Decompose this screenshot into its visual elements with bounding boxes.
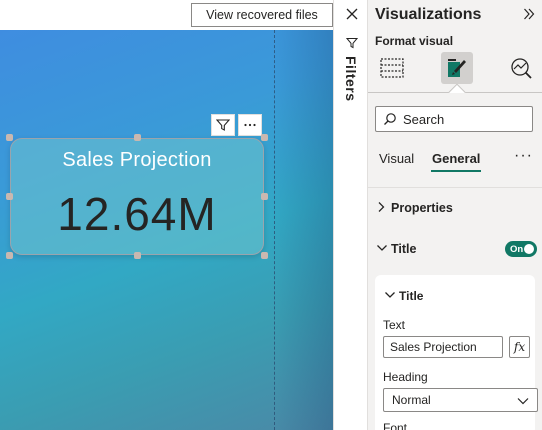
fx-button[interactable]: fx [509,336,530,358]
card-value: 12.64M [57,188,217,240]
search-placeholder: Search [403,111,445,127]
text-field-label: Text [383,318,406,332]
resize-handle[interactable] [6,134,13,141]
heading-dropdown[interactable]: Normal [383,388,538,412]
filters-pane: Filters [333,0,368,430]
filter-icon[interactable] [345,36,359,54]
subsection-label: Title [399,289,424,303]
view-recovered-files-button[interactable]: View recovered files [191,3,333,27]
resize-handle[interactable] [261,134,268,141]
title-toggle[interactable]: On [505,241,537,257]
chevron-down-icon [385,292,395,298]
format-visual-label: Format visual [375,34,454,48]
resize-handle[interactable] [261,193,268,200]
canvas-top-strip: View recovered files [0,0,333,30]
card-visual[interactable]: Sales Projection 12.64M [10,138,264,255]
resize-handle[interactable] [6,193,13,200]
heading-field-label: Heading [383,370,428,384]
resize-handle[interactable] [134,134,141,141]
tab-general[interactable]: General [432,151,480,166]
chevron-right-icon [378,202,385,212]
font-field-label: Font [383,421,408,430]
more-options-icon[interactable] [238,114,262,136]
active-tab-indicator [431,170,481,172]
search-icon [384,113,396,125]
canvas-shade [273,30,333,430]
visual-header [211,114,262,136]
toggle-knob [524,244,534,254]
close-icon[interactable] [344,6,360,22]
resize-handle[interactable] [6,252,13,259]
visualizations-pane: Visualizations Format visual Search Visu… [368,0,542,430]
more-options-icon[interactable]: ··· [514,147,533,165]
build-visual-icon[interactable] [376,52,408,84]
page-boundary-guide [274,30,275,430]
subsection-title[interactable]: Title [375,275,535,315]
resize-handle[interactable] [261,252,268,259]
double-chevron-right-icon[interactable] [523,7,535,26]
heading-selected-value: Normal [392,393,431,407]
section-label: Properties [391,201,453,215]
format-icon-row [368,50,542,86]
card-title: Sales Projection [62,149,212,171]
report-canvas[interactable]: Sales Projection 12.64M [0,30,333,430]
section-label: Title [391,242,417,256]
chevron-down-icon [377,245,387,251]
pane-title: Visualizations [375,6,482,23]
title-text-field[interactable]: Sales Projection [383,336,503,358]
format-visual-icon[interactable] [441,52,473,84]
filters-pane-label[interactable]: Filters [343,56,359,102]
resize-handle[interactable] [134,252,141,259]
analytics-icon[interactable] [506,52,538,84]
chevron-down-icon [517,398,529,405]
tab-visual[interactable]: Visual [379,151,414,166]
section-title[interactable]: Title On [368,229,542,269]
section-properties[interactable]: Properties [368,188,542,228]
filter-icon[interactable] [211,114,235,136]
toggle-label: On [510,243,524,255]
search-input[interactable]: Search [375,106,533,132]
